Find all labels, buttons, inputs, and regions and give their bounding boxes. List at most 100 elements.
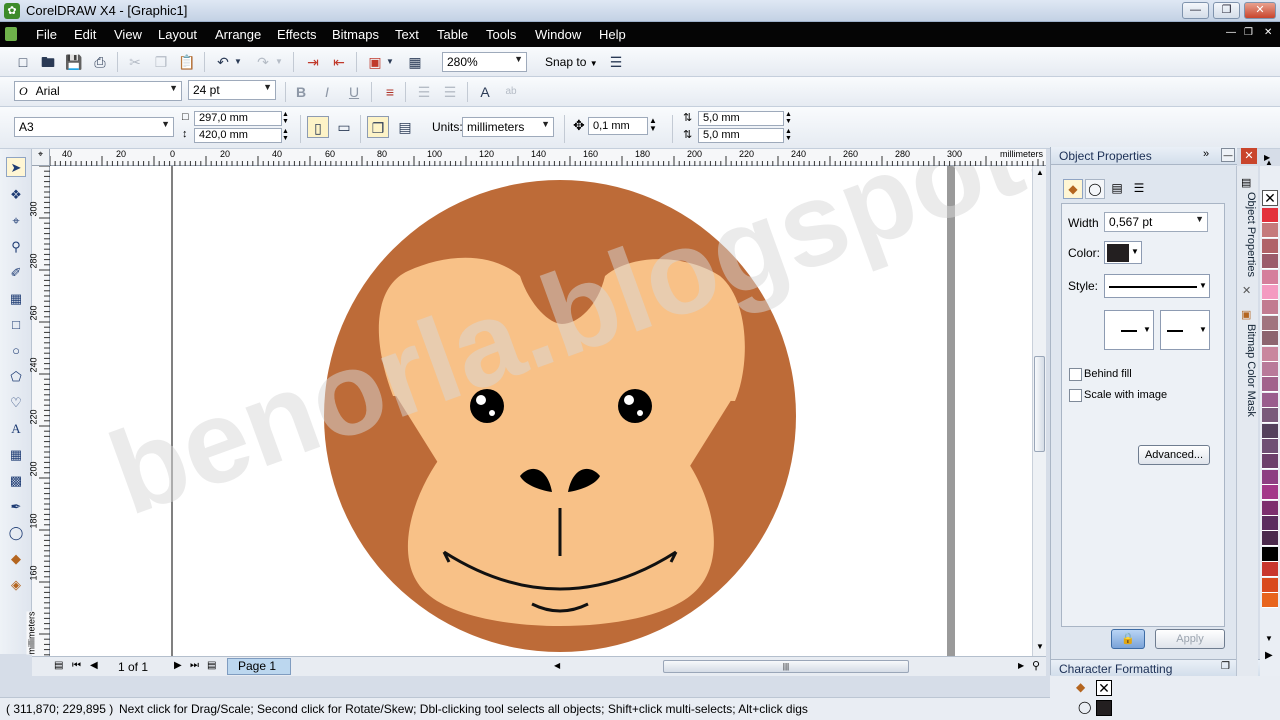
end-arrow-select[interactable]: ▼: [1160, 310, 1210, 350]
outline-color-picker[interactable]: ▼: [1104, 241, 1142, 264]
landscape-icon[interactable]: ▭: [333, 116, 355, 138]
redo-icon[interactable]: ↷: [252, 51, 274, 73]
object-properties-tab-icon[interactable]: ▤: [1241, 176, 1251, 189]
lock-button[interactable]: 🔒: [1111, 629, 1145, 649]
bitmap-mask-tab-icon[interactable]: ▣: [1241, 308, 1251, 321]
tab-bitmap-color-mask[interactable]: Bitmap Color Mask: [1239, 324, 1257, 417]
insert-page-icon[interactable]: ▤: [54, 660, 63, 671]
menu-table[interactable]: Table: [437, 27, 468, 42]
bold-icon[interactable]: B: [290, 81, 312, 103]
palette-swatch[interactable]: [1262, 238, 1278, 254]
zoom-levels-select[interactable]: 280% ▼: [442, 52, 527, 72]
duplicate-y-input[interactable]: 5,0 mm: [698, 128, 784, 143]
table-tool-icon[interactable]: ▦: [6, 445, 26, 465]
smart-fill-tool-icon[interactable]: ▦: [6, 289, 26, 309]
current-page-icon[interactable]: ▤: [394, 116, 416, 138]
palette-swatch[interactable]: [1262, 469, 1278, 485]
options-icon[interactable]: ☰: [605, 51, 627, 73]
add-page-icon[interactable]: ▤: [207, 660, 216, 671]
scroll-right-icon[interactable]: ▶: [1018, 661, 1024, 670]
text-tool-icon[interactable]: A: [6, 419, 26, 439]
welcome-screen-icon[interactable]: ▦: [404, 51, 426, 73]
application-launcher-icon[interactable]: ▣: [364, 51, 386, 73]
horizontal-alignment-icon[interactable]: ≡: [379, 81, 401, 103]
menu-effects[interactable]: Effects: [277, 27, 317, 42]
font-list-select[interactable]: O Arial ▼: [14, 81, 182, 101]
export-icon[interactable]: ⇤: [328, 51, 350, 73]
horizontal-ruler[interactable]: 40 20 0 20 40 60 80 100 120 140 160 180 …: [50, 149, 1046, 166]
tab-close-icon[interactable]: ✕: [1242, 284, 1251, 297]
scroll-left-icon[interactable]: ◀: [554, 661, 560, 670]
page-tab[interactable]: Page 1: [227, 658, 291, 675]
cut-icon[interactable]: ✂: [124, 51, 146, 73]
advanced-button[interactable]: Advanced...: [1138, 445, 1210, 465]
first-page-icon[interactable]: ⏮: [72, 660, 81, 671]
palette-swatch[interactable]: [1262, 300, 1278, 316]
right-eye[interactable]: [618, 389, 652, 423]
tab-object-properties[interactable]: Object Properties: [1239, 192, 1257, 277]
menu-view[interactable]: View: [114, 27, 142, 42]
char-docker-restore-icon[interactable]: ❐: [1221, 661, 1230, 672]
next-page-icon[interactable]: ▶: [174, 660, 182, 671]
zoom-tool-icon[interactable]: ⚲: [6, 237, 26, 257]
palette-swatch[interactable]: [1262, 577, 1278, 593]
menu-file[interactable]: File: [36, 27, 57, 42]
palette-swatch[interactable]: [1262, 377, 1278, 393]
palette-swatch[interactable]: [1262, 500, 1278, 516]
rectangle-tool-icon[interactable]: □: [6, 315, 26, 335]
palette-swatch[interactable]: [1262, 346, 1278, 362]
width-spinner-icon[interactable]: ▲ ▼: [282, 111, 289, 125]
palette-swatch[interactable]: [1262, 516, 1278, 531]
scale-with-image-checkbox[interactable]: [1069, 389, 1082, 402]
docker-minimize-icon[interactable]: —: [1221, 148, 1235, 162]
palette-swatch[interactable]: [1262, 362, 1278, 377]
italic-icon[interactable]: I: [316, 81, 338, 103]
duplicate-x-input[interactable]: 5,0 mm: [698, 111, 784, 126]
palette-swatch[interactable]: [1262, 546, 1278, 562]
redo-dropdown-icon[interactable]: ▼: [273, 51, 285, 73]
blend-tool-icon[interactable]: ▩: [6, 471, 26, 491]
palette-swatch[interactable]: [1262, 269, 1278, 285]
last-page-icon[interactable]: ⏭: [190, 660, 199, 671]
height-spinner-icon[interactable]: ▲ ▼: [282, 128, 289, 142]
drawing-canvas[interactable]: benorla.blogspot.com: [50, 166, 1032, 656]
dup-y-spinner-icon[interactable]: ▲ ▼: [785, 128, 792, 142]
interactive-fill-tool-icon[interactable]: ◈: [6, 575, 26, 595]
freehand-tool-icon[interactable]: ✐: [6, 263, 26, 283]
palette-swatch[interactable]: [1262, 254, 1278, 270]
portrait-icon[interactable]: ▯: [307, 116, 329, 138]
doc-minimize-button[interactable]: —: [1226, 27, 1236, 38]
docker-close-icon[interactable]: ✕: [1241, 148, 1257, 164]
menu-edit[interactable]: Edit: [74, 27, 96, 42]
polygon-tool-icon[interactable]: ⬠: [6, 367, 26, 387]
no-color-swatch[interactable]: ✕: [1262, 190, 1278, 206]
snap-to-button[interactable]: Snap to ▼: [545, 55, 598, 69]
doc-restore-button[interactable]: ❐: [1244, 27, 1253, 38]
new-document-icon[interactable]: □: [12, 51, 34, 73]
paste-icon[interactable]: 📋: [176, 51, 198, 73]
start-arrow-select[interactable]: ▼: [1104, 310, 1154, 350]
nudge-input[interactable]: 0,1 mm: [588, 117, 648, 135]
apply-button[interactable]: Apply: [1155, 629, 1225, 649]
palette-arrow-icon[interactable]: ▶: [1264, 153, 1270, 162]
menu-help[interactable]: Help: [599, 27, 626, 42]
fill-tab-icon[interactable]: ◆: [1063, 179, 1083, 199]
outline-width-select[interactable]: 0,567 pt ▼: [1104, 212, 1208, 232]
pick-tool-icon[interactable]: ➤: [6, 157, 26, 177]
shape-tool-icon[interactable]: ❖: [6, 185, 26, 205]
text-orientation-icon[interactable]: ab: [500, 81, 522, 103]
menu-arrange[interactable]: Arrange: [215, 27, 261, 42]
restore-button[interactable]: ❐: [1213, 2, 1240, 19]
print-icon[interactable]: ⎙: [89, 51, 111, 73]
horizontal-scroll-thumb[interactable]: |||: [663, 660, 909, 673]
underline-icon[interactable]: U: [343, 81, 365, 103]
palette-swatch[interactable]: [1262, 454, 1278, 470]
palette-swatch[interactable]: [1262, 408, 1278, 424]
font-size-select[interactable]: 24 pt ▼: [188, 80, 276, 100]
menu-window[interactable]: Window: [535, 27, 581, 42]
palette-swatch[interactable]: [1262, 439, 1278, 454]
palette-swatch[interactable]: [1262, 331, 1278, 347]
line-style-select[interactable]: ▼: [1104, 274, 1210, 298]
bullet-list-icon[interactable]: ☰: [413, 81, 435, 103]
behind-fill-checkbox[interactable]: [1069, 368, 1082, 381]
